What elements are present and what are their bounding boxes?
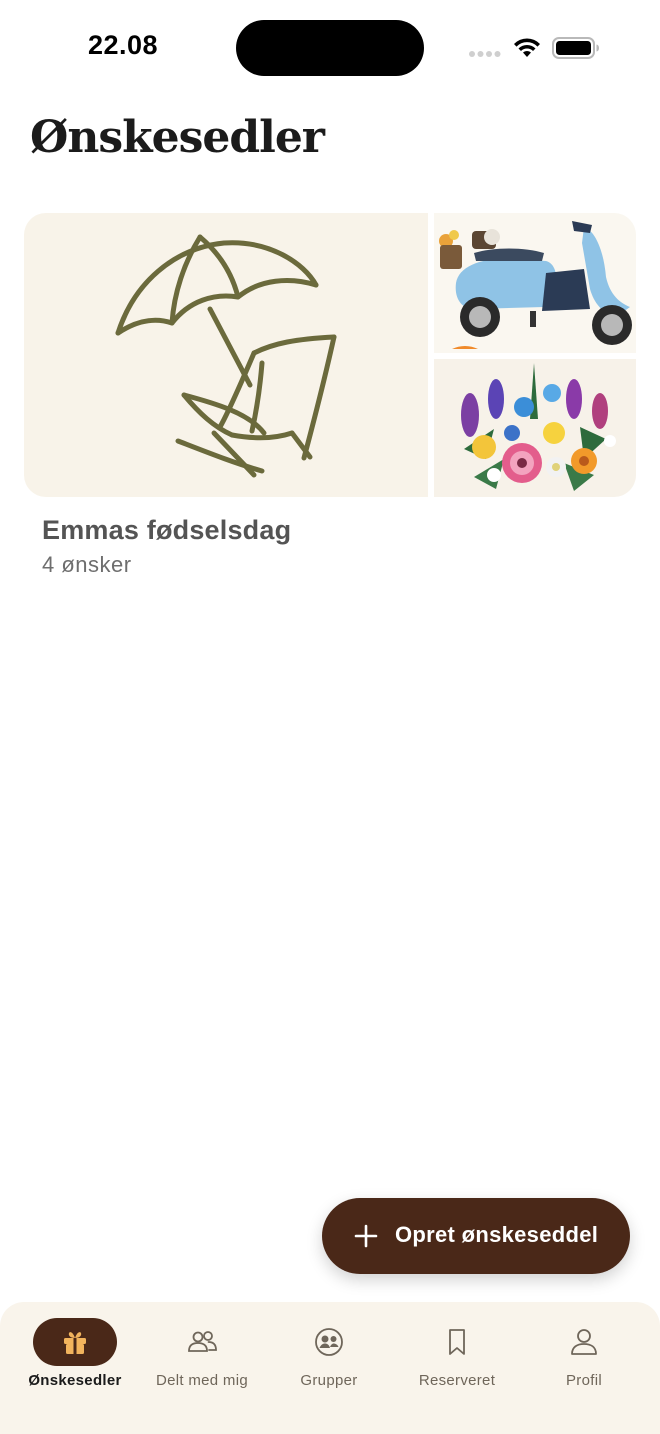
tab-bar: Ønskesedler Delt med mig Grupper Reserve… bbox=[0, 1302, 660, 1434]
status-bar: 22.08 bbox=[0, 0, 660, 98]
plus-icon bbox=[354, 1224, 378, 1248]
gift-icon bbox=[64, 1332, 86, 1354]
battery-icon bbox=[552, 37, 599, 59]
create-wishlist-button[interactable]: Opret ønskeseddel bbox=[322, 1198, 630, 1274]
wishlist-item-image-bouquet bbox=[434, 359, 636, 497]
person-icon bbox=[571, 1329, 597, 1355]
tab-profil[interactable]: Profil bbox=[518, 1302, 650, 1402]
tab-reserveret[interactable]: Reserveret bbox=[391, 1302, 523, 1402]
tab-icon-container bbox=[160, 1318, 244, 1366]
wishlist-card[interactable]: Emmas fødselsdag 4 ønsker bbox=[24, 213, 636, 585]
bouquet-image bbox=[461, 363, 616, 491]
create-wishlist-label: Opret ønskeseddel bbox=[395, 1222, 599, 1247]
tab-active-indicator bbox=[33, 1318, 117, 1366]
dynamic-island bbox=[236, 20, 424, 76]
tab-icon-container bbox=[415, 1318, 499, 1366]
beach-chair-umbrella-icon bbox=[115, 234, 337, 478]
scooter-image bbox=[439, 221, 632, 349]
tab-label: Profil bbox=[566, 1372, 602, 1389]
status-time: 22.08 bbox=[88, 30, 159, 60]
tab-label: Ønskesedler bbox=[28, 1372, 122, 1389]
tab-icon-container bbox=[542, 1318, 626, 1366]
wishlist-cover-illustration bbox=[24, 213, 428, 497]
tab-grupper[interactable]: Grupper bbox=[263, 1302, 395, 1402]
wishlist-image-collage bbox=[24, 213, 636, 497]
cellular-signal-icon bbox=[469, 51, 501, 57]
wishlist-title: Emmas fødselsdag bbox=[42, 515, 292, 545]
wishlist-item-image-scooter bbox=[434, 213, 636, 353]
wifi-icon bbox=[514, 38, 540, 57]
tab-onskesedler[interactable]: Ønskesedler bbox=[9, 1302, 141, 1402]
tab-icon-container bbox=[287, 1318, 371, 1366]
tab-label: Reserveret bbox=[418, 1372, 496, 1389]
tab-label: Grupper bbox=[300, 1372, 358, 1389]
bookmark-icon bbox=[449, 1329, 465, 1355]
group-icon bbox=[315, 1328, 343, 1356]
wishlist-count: 4 ønsker bbox=[42, 552, 132, 577]
people-icon bbox=[188, 1331, 217, 1352]
tab-delt-med-mig[interactable]: Delt med mig bbox=[136, 1302, 268, 1402]
page-title: Ønskesedler bbox=[30, 112, 325, 163]
tab-label: Delt med mig bbox=[156, 1372, 248, 1389]
